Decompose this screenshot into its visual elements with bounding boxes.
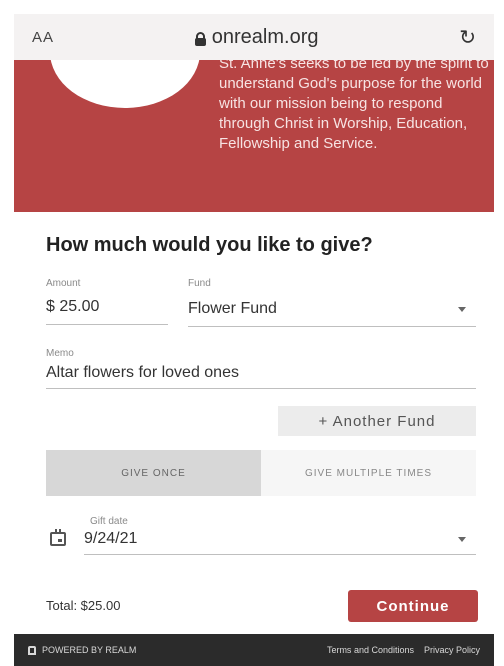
lock-icon	[194, 31, 206, 46]
url-text: onrealm.org	[211, 25, 319, 48]
memo-underline	[46, 388, 476, 389]
fund-select[interactable]: Flower Fund	[188, 300, 277, 318]
add-another-fund-button[interactable]: + Another Fund	[278, 406, 476, 436]
memo-label: Memo	[46, 348, 74, 359]
left-frame-edge	[0, 0, 14, 666]
url-field[interactable]: onrealm.org	[194, 25, 319, 49]
form-question: How much would you like to give?	[46, 234, 373, 256]
calendar-icon[interactable]	[50, 529, 66, 546]
memo-input[interactable]: Altar flowers for loved ones	[46, 364, 239, 382]
mission-statement: St. Anne's seeks to be led by the spirit…	[219, 60, 489, 152]
amount-label: Amount	[46, 278, 81, 289]
reload-icon[interactable]: ↻	[459, 25, 476, 50]
fund-chevron-down-icon[interactable]	[458, 307, 466, 312]
church-logo-circle	[50, 60, 200, 108]
realm-logo-icon	[28, 645, 36, 655]
terms-link[interactable]: Terms and Conditions	[327, 645, 414, 655]
page-footer: POWERED BY REALM Terms and Conditions Pr…	[14, 634, 494, 666]
fund-label: Fund	[188, 278, 211, 289]
frequency-toggle: GIVE ONCE GIVE MULTIPLE TIMES	[46, 450, 476, 496]
right-frame-edge	[494, 0, 504, 666]
amount-underline	[46, 324, 168, 325]
church-header: St. Anne's seeks to be led by the spirit…	[14, 60, 494, 212]
browser-address-bar: AA onrealm.org ↻	[14, 14, 494, 60]
powered-by-text: POWERED BY REALM	[42, 645, 137, 655]
fund-underline	[188, 326, 476, 327]
privacy-link[interactable]: Privacy Policy	[424, 645, 480, 655]
total-amount: Total: $25.00	[46, 598, 121, 613]
giving-form: How much would you like to give? Amount …	[14, 212, 494, 634]
text-size-button[interactable]: AA	[32, 29, 54, 46]
give-once-option[interactable]: GIVE ONCE	[46, 450, 261, 496]
amount-input[interactable]: $ 25.00	[46, 298, 99, 316]
gift-date-input[interactable]: 9/24/21	[84, 530, 137, 548]
gift-date-chevron-down-icon[interactable]	[458, 537, 466, 542]
give-multiple-times-option[interactable]: GIVE MULTIPLE TIMES	[261, 450, 476, 496]
continue-button[interactable]: Continue	[348, 590, 478, 622]
gift-date-label: Gift date	[90, 516, 128, 527]
gift-date-underline	[84, 554, 476, 555]
